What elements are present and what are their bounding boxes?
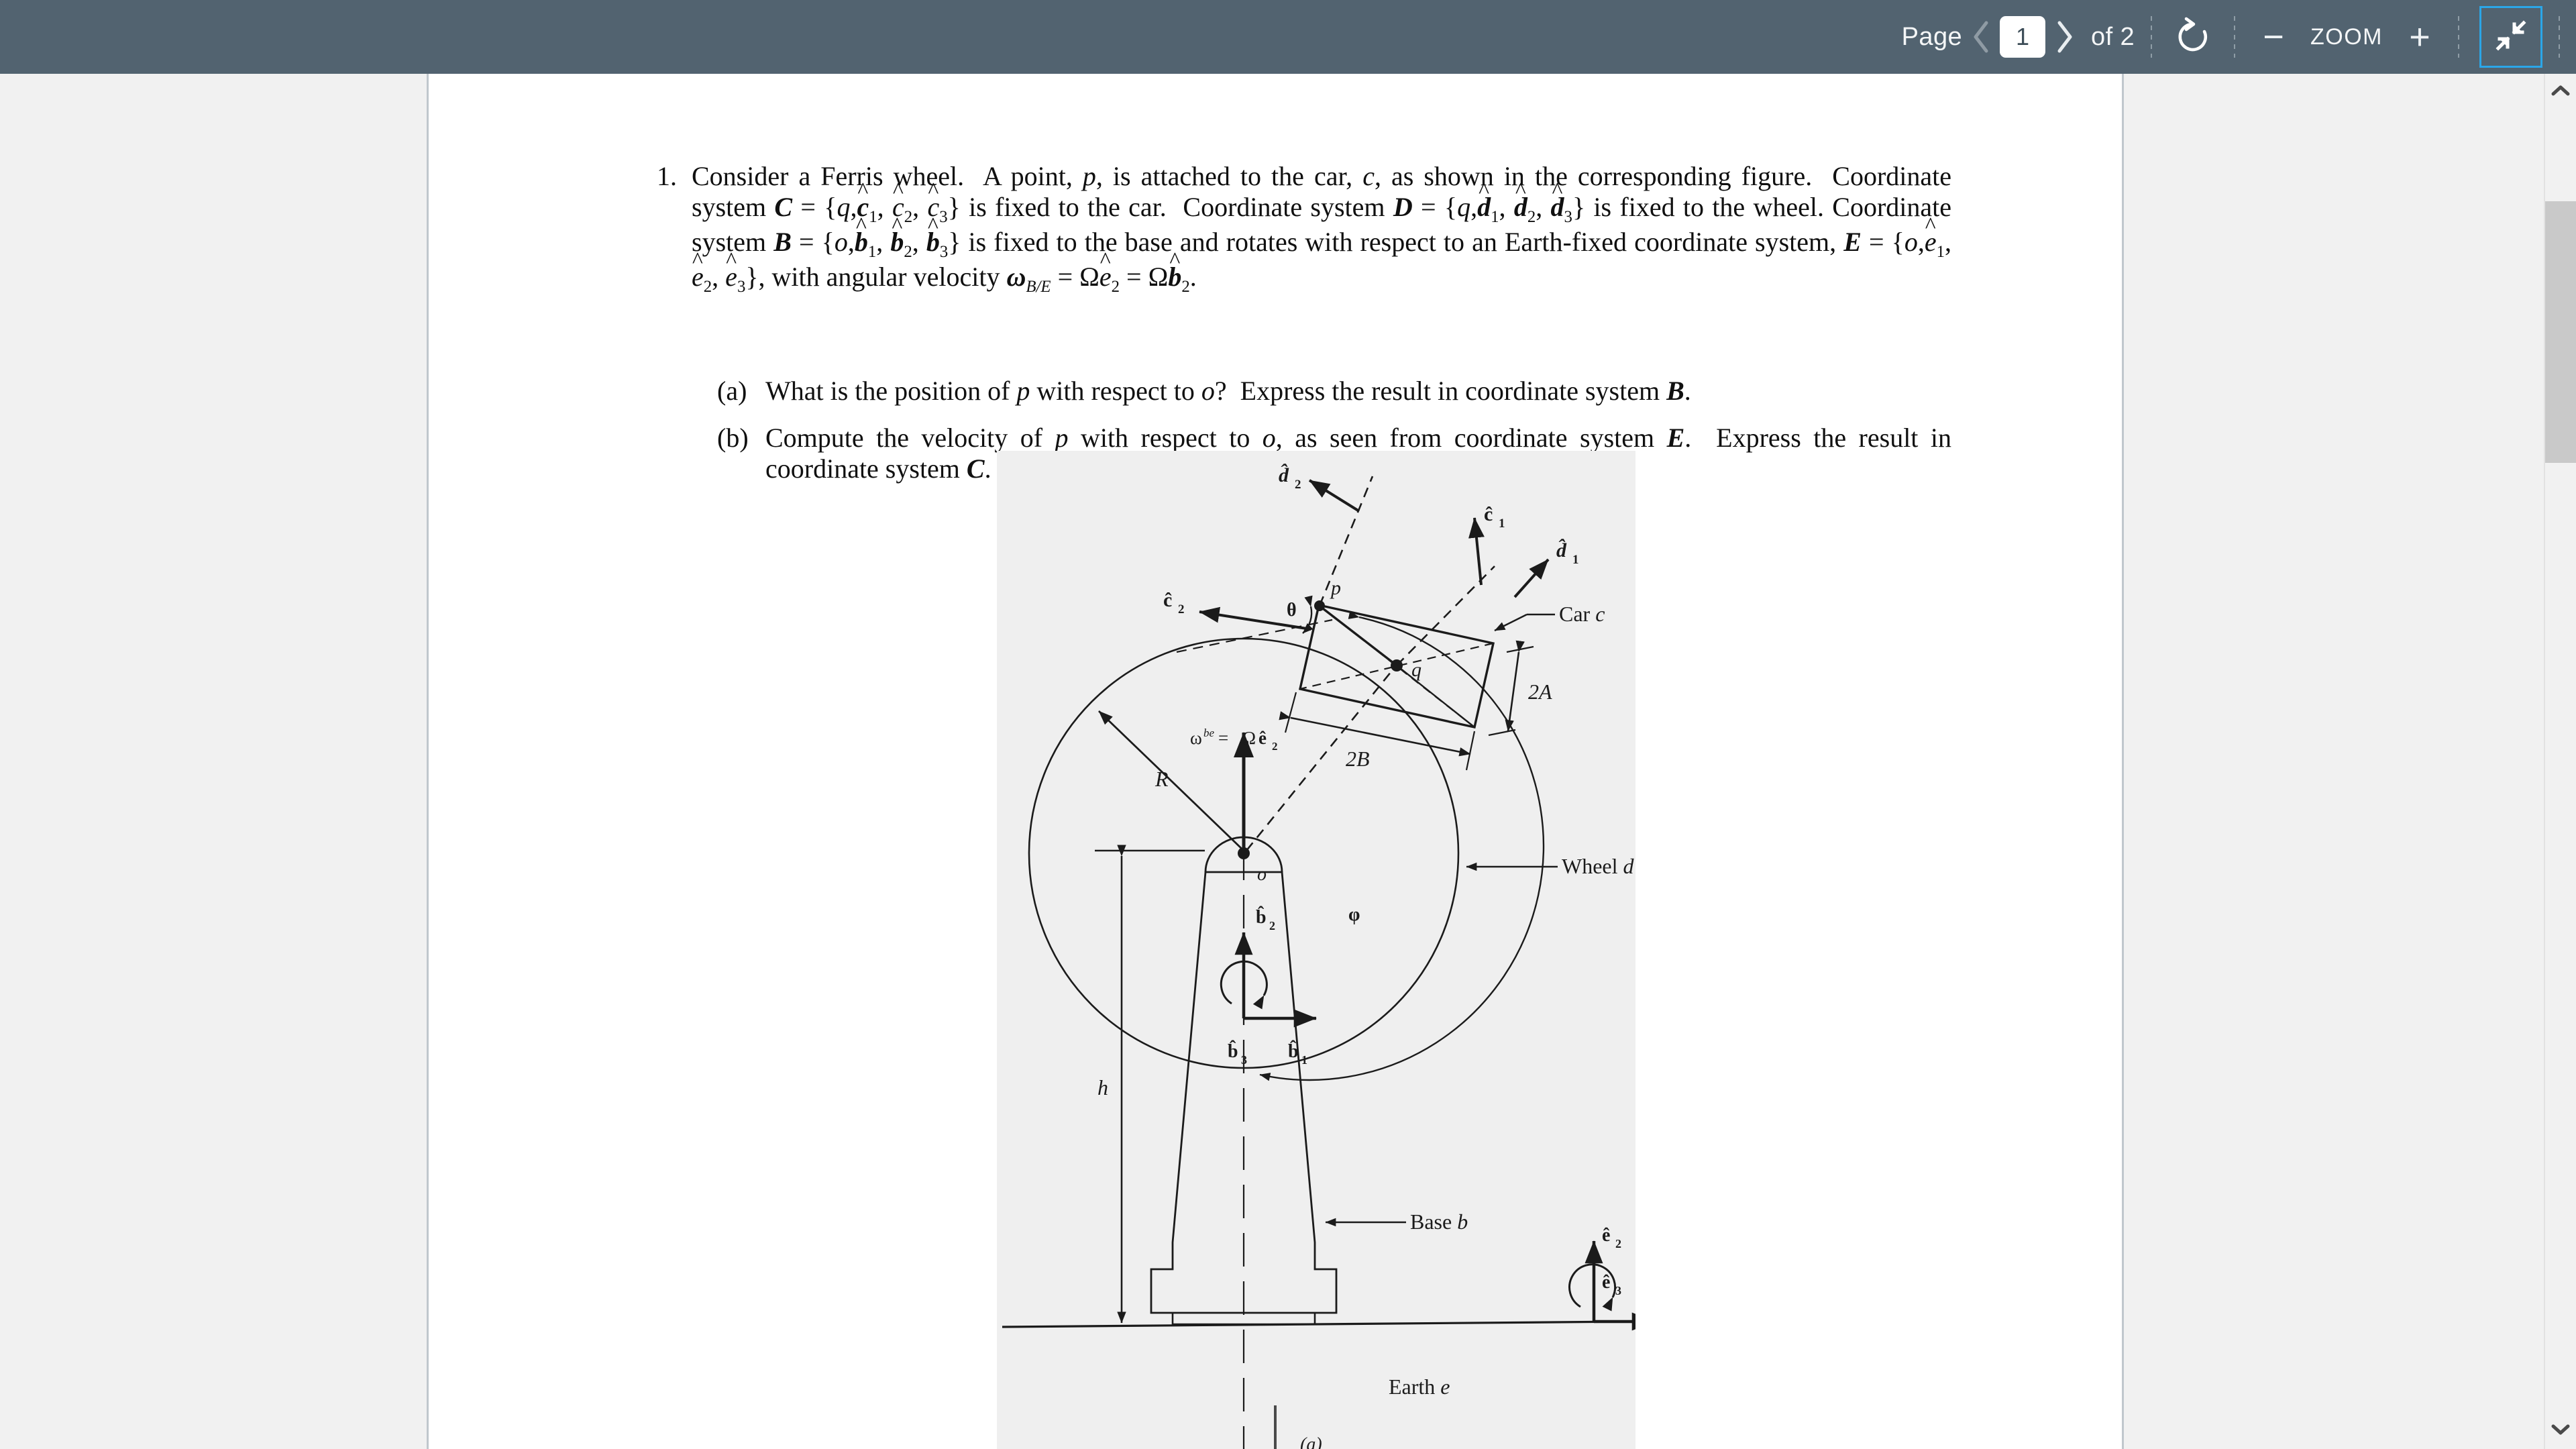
- exit-fullscreen-button[interactable]: [2479, 6, 2542, 68]
- svg-text:1: 1: [1499, 517, 1505, 531]
- problem-part-a: (a) What is the position of p with respe…: [717, 376, 1951, 407]
- svg-text:2: 2: [1295, 478, 1301, 492]
- toolbar-divider-4: [2559, 16, 2560, 58]
- svg-text:1: 1: [1301, 1053, 1307, 1067]
- figure-label-b1: b̂: [1288, 1040, 1299, 1062]
- figure-caption: (a): [1300, 1434, 1322, 1449]
- part-a-label: (a): [717, 376, 747, 406]
- figure-label-h: h: [1097, 1075, 1108, 1099]
- problem-statement: 1. Consider a Ferris wheel. A point, p, …: [657, 161, 1951, 297]
- pdf-page: 1. Consider a Ferris wheel. A point, p, …: [427, 74, 2124, 1449]
- chevron-right-icon: [2052, 19, 2076, 55]
- svg-text:3: 3: [1241, 1053, 1247, 1067]
- chevron-down-icon: [2551, 1424, 2570, 1439]
- figure-label-c1: ĉ: [1484, 503, 1493, 525]
- scroll-up-button[interactable]: [2545, 76, 2576, 107]
- page-count-label: of 2: [2091, 23, 2135, 51]
- figure-label-theta: θ: [1287, 600, 1297, 621]
- figure-label-c2: ĉ: [1163, 589, 1172, 611]
- figure-label-R: R: [1155, 767, 1169, 791]
- svg-text:3: 3: [1615, 1284, 1621, 1297]
- figure-label-e3: ê: [1602, 1272, 1610, 1293]
- problem-number: 1.: [657, 161, 677, 191]
- document-viewport[interactable]: 1. Consider a Ferris wheel. A point, p, …: [0, 74, 2576, 1449]
- toolbar-divider-2: [2234, 16, 2236, 58]
- figure-label-d1: d̂: [1556, 539, 1567, 561]
- svg-text:2: 2: [1269, 919, 1275, 932]
- scroll-down-button[interactable]: [2545, 1415, 2576, 1446]
- figure-label-phi: φ: [1348, 904, 1360, 925]
- chevron-left-icon: [1969, 19, 1993, 55]
- exit-fullscreen-icon: [2494, 19, 2528, 56]
- page-navigation-group: Page 1 of 2: [1902, 0, 2135, 74]
- zoom-out-button[interactable]: −: [2251, 19, 2296, 55]
- page-number-value: 1: [2016, 23, 2030, 50]
- svg-text:ê: ê: [1258, 728, 1267, 748]
- pdf-viewer-app: Page 1 of 2 − ZOOM + 1. Consider a Ferri…: [0, 0, 2576, 1449]
- rotate-button[interactable]: [2168, 12, 2218, 62]
- rotate-clockwise-icon: [2175, 16, 2211, 58]
- page-number-input[interactable]: 1: [2000, 16, 2046, 58]
- figure-label-d2: d̂: [1279, 464, 1289, 486]
- next-figure-edge: [1274, 1405, 1277, 1449]
- svg-text:2: 2: [1615, 1237, 1621, 1250]
- zoom-label: ZOOM: [2310, 24, 2383, 50]
- scrollbar-thumb[interactable]: [2545, 201, 2576, 463]
- svg-text:=: =: [1218, 728, 1228, 748]
- toolbar-divider-3: [2458, 16, 2459, 58]
- vertical-scrollbar[interactable]: [2544, 74, 2576, 1449]
- previous-page-button[interactable]: [1962, 13, 2000, 60]
- toolbar-divider-1: [2151, 16, 2153, 58]
- part-a-body: What is the position of p with respect t…: [765, 376, 1691, 406]
- figure-label-b2: b̂: [1256, 906, 1267, 928]
- svg-text:be: be: [1203, 727, 1215, 739]
- figure-callout-wheel: Wheel d: [1562, 854, 1635, 878]
- zoom-in-button[interactable]: +: [2398, 19, 2442, 55]
- figure-label-e2: ê: [1602, 1225, 1610, 1246]
- page-label: Page: [1901, 23, 1963, 51]
- part-b-label: (b): [717, 423, 749, 453]
- figure-label-omega-expr: ω: [1190, 728, 1202, 748]
- figure-callout-base: Base b: [1410, 1210, 1468, 1234]
- figure-label-o: o: [1257, 864, 1267, 885]
- problem-body: Consider a Ferris wheel. A point, p, is …: [692, 161, 1952, 297]
- svg-text:Ω: Ω: [1242, 728, 1256, 748]
- zoom-group: − ZOOM +: [2251, 0, 2442, 74]
- viewer-toolbar: Page 1 of 2 − ZOOM +: [0, 0, 2576, 74]
- figure-callout-earth: Earth e: [1389, 1375, 1450, 1399]
- ferris-wheel-figure: d̂ 2 ĉ 1 d̂ 1 ĉ 2 p q o θ φ R h 2A 2B …: [997, 451, 1635, 1449]
- figure-label-q: q: [1411, 659, 1421, 681]
- next-page-button[interactable]: [2045, 13, 2083, 60]
- svg-text:2: 2: [1272, 740, 1278, 753]
- figure-callout-car: Car c: [1559, 602, 1605, 626]
- figure-label-b3: b̂: [1228, 1040, 1238, 1062]
- figure-label-2B: 2B: [1346, 747, 1370, 771]
- figure-label-p: p: [1330, 577, 1341, 599]
- figure-label-2A: 2A: [1528, 680, 1552, 704]
- chevron-up-icon: [2551, 85, 2570, 100]
- svg-text:1: 1: [1572, 553, 1579, 567]
- svg-text:2: 2: [1178, 602, 1185, 616]
